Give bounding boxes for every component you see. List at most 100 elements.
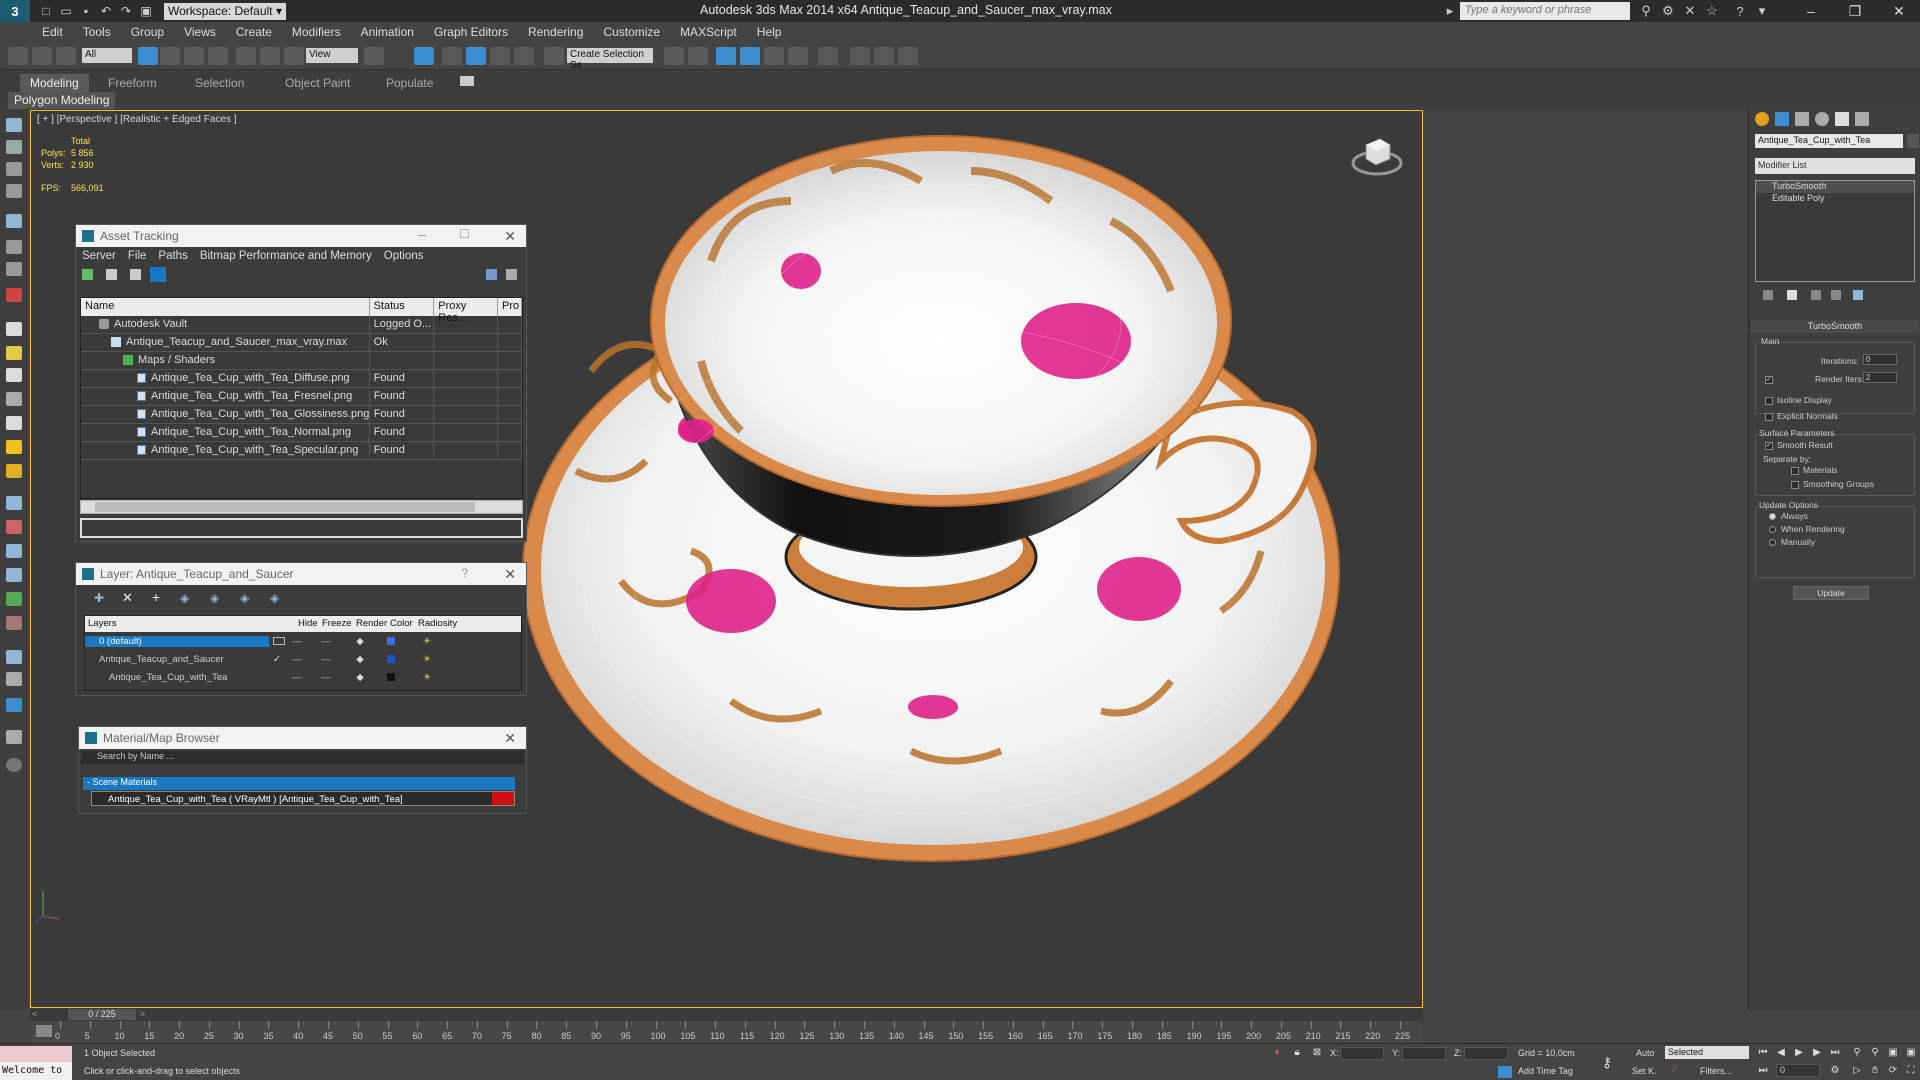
save-icon[interactable]: ▪	[76, 2, 96, 20]
freeze-toggle[interactable]: —	[309, 672, 343, 683]
update-button[interactable]: Update	[1793, 586, 1869, 600]
layer-color-swatch[interactable]	[387, 655, 395, 663]
close-icon[interactable]: ✕	[1876, 0, 1920, 22]
hide-all-icon[interactable]: ◈	[240, 591, 249, 605]
hierarchy-tab-icon[interactable]	[1795, 112, 1809, 126]
current-layer-checkbox[interactable]	[273, 637, 285, 645]
freeze-all-icon[interactable]: ◈	[270, 591, 279, 605]
freeze-toggle[interactable]: —	[309, 636, 343, 647]
table-row[interactable]: Maps / Shaders	[81, 352, 523, 370]
menu-help[interactable]: Help	[757, 25, 782, 39]
highlight-layer-icon[interactable]: ◈	[210, 591, 219, 605]
percent-snap-icon[interactable]	[490, 47, 510, 65]
table-row[interactable]: Autodesk Vault Logged O...	[81, 316, 522, 334]
minimize-icon[interactable]: –	[418, 226, 426, 242]
column-name[interactable]: Name	[81, 298, 370, 316]
minimize-icon[interactable]: –	[1788, 0, 1834, 22]
layer-color-swatch[interactable]	[387, 637, 395, 645]
stack-item-editable-poly[interactable]: Editable Poly	[1756, 193, 1914, 205]
search-input[interactable]: Type a keyword or phrase	[1460, 2, 1630, 20]
schematic-view-icon[interactable]	[788, 47, 808, 65]
make-unique-icon[interactable]	[1811, 290, 1821, 300]
table-row[interactable]: Antique_Teacup_and_Saucer_max_vray.max O…	[81, 334, 522, 352]
time-configuration-icon[interactable]: ⚙	[1828, 1065, 1842, 1077]
cone-icon[interactable]	[6, 416, 22, 430]
object-name-field[interactable]: Antique_Tea_Cup_with_Tea	[1755, 134, 1903, 148]
y-coordinate-field[interactable]	[1402, 1047, 1446, 1060]
workspace-dropdown[interactable]: Workspace: Default ▾	[164, 2, 286, 20]
rendered-frame-window-icon[interactable]	[874, 47, 894, 65]
ribbon-options-icon[interactable]	[460, 76, 474, 86]
move-icon[interactable]	[236, 47, 256, 65]
graphite-toggle-icon[interactable]	[740, 47, 760, 65]
select-object-icon[interactable]	[138, 47, 158, 65]
smooth-result-checkbox[interactable]: ✓	[1765, 442, 1773, 450]
set-key-icon[interactable]: ∕	[1668, 1064, 1682, 1076]
next-frame-icon[interactable]: ▶	[1810, 1047, 1824, 1059]
table-row[interactable]: Antique_Tea_Cup_with_Tea_Fresnel.png Fou…	[81, 388, 522, 406]
scale-icon[interactable]	[284, 47, 304, 65]
turbosmooth-header[interactable]: TurboSmooth	[1751, 320, 1919, 333]
curve-editor-icon[interactable]	[764, 47, 784, 65]
select-manipulate-icon[interactable]	[414, 47, 434, 65]
select-by-name-icon[interactable]	[160, 47, 180, 65]
column-render[interactable]: Render	[353, 616, 387, 632]
delete-layer-icon[interactable]: ✕	[122, 590, 133, 606]
close-icon[interactable]: ✕	[504, 228, 516, 245]
menu-animation[interactable]: Animation	[361, 25, 414, 39]
x-coordinate-field[interactable]	[1340, 1047, 1384, 1060]
object-color-swatch[interactable]	[1907, 134, 1919, 148]
key-filters-button[interactable]: Filters...	[1700, 1066, 1732, 1076]
horizontal-scrollbar[interactable]	[80, 500, 523, 514]
menu-tools[interactable]: Tools	[83, 25, 111, 39]
tree-view-icon[interactable]	[130, 269, 141, 280]
radiosity-icon[interactable]: ☀	[405, 636, 449, 647]
layer-color-swatch[interactable]	[387, 673, 395, 681]
time-prev-icon[interactable]: <	[32, 1009, 37, 1019]
always-radio[interactable]	[1769, 513, 1776, 520]
material-search-input[interactable]: Search by Name ...	[81, 751, 524, 764]
unlink-icon[interactable]	[32, 47, 52, 65]
table-row[interactable]: Antique_Tea_Cup_with_Tea_Normal.png Foun…	[81, 424, 522, 442]
modify-tab-icon[interactable]	[1775, 112, 1789, 126]
mirror-icon[interactable]	[664, 47, 684, 65]
grid-icon[interactable]	[6, 184, 22, 198]
column-layers[interactable]: Layers	[85, 616, 295, 632]
scene-materials-group[interactable]: - Scene Materials	[83, 777, 515, 790]
mini-curve-editor-icon[interactable]	[36, 1025, 52, 1037]
radiosity-icon[interactable]: ☀	[405, 654, 449, 665]
menu-rendering[interactable]: Rendering	[528, 25, 583, 39]
cylinder-icon[interactable]	[6, 368, 22, 382]
maximize-viewport-icon[interactable]: ⛶	[1904, 1065, 1918, 1077]
previous-frame-icon[interactable]: ◀	[1774, 1047, 1788, 1059]
project-folder-icon[interactable]: ▣	[136, 2, 156, 20]
tab-freeform[interactable]: Freeform	[98, 74, 167, 92]
material-browser-titlebar[interactable]: Material/Map Browser ✕	[79, 727, 526, 749]
container-icon[interactable]	[6, 698, 22, 712]
maximize-icon[interactable]: ☐	[459, 227, 470, 241]
menu-options[interactable]: Options	[384, 250, 424, 262]
undo-icon[interactable]: ↶	[96, 2, 116, 20]
hide-toggle[interactable]: —	[285, 636, 309, 647]
radiosity-icon[interactable]: ☀	[405, 672, 449, 683]
window-crossing-icon[interactable]	[208, 47, 228, 65]
favorites-star-icon[interactable]: ☆	[1702, 2, 1722, 20]
snap-toggle-icon[interactable]	[442, 47, 462, 65]
display-tab-icon[interactable]	[1835, 112, 1849, 126]
box-icon[interactable]	[6, 322, 22, 336]
select-objects-icon[interactable]: ◈	[180, 591, 189, 605]
menu-create[interactable]: Create	[236, 25, 272, 39]
iterations-spinner[interactable]: 0	[1863, 354, 1897, 365]
menu-file[interactable]: File	[128, 250, 147, 262]
show-end-result-icon[interactable]	[1787, 290, 1797, 300]
modifier-list-dropdown[interactable]: Modifier List	[1755, 158, 1915, 174]
biped-icon[interactable]	[6, 616, 22, 630]
current-frame-field[interactable]: 0	[1776, 1064, 1820, 1077]
bind-space-warp-icon[interactable]	[56, 47, 76, 65]
open-file-icon[interactable]: ▭	[56, 2, 76, 20]
redo-icon[interactable]: ↷	[116, 2, 136, 20]
rectangular-selection-icon[interactable]	[184, 47, 204, 65]
render-teapot-icon[interactable]: ◆	[343, 672, 377, 683]
asset-tracking-window[interactable]: Asset Tracking – ☐ ✕ Server File Paths B…	[75, 224, 527, 542]
auto-key-button[interactable]: Auto	[1636, 1048, 1655, 1058]
